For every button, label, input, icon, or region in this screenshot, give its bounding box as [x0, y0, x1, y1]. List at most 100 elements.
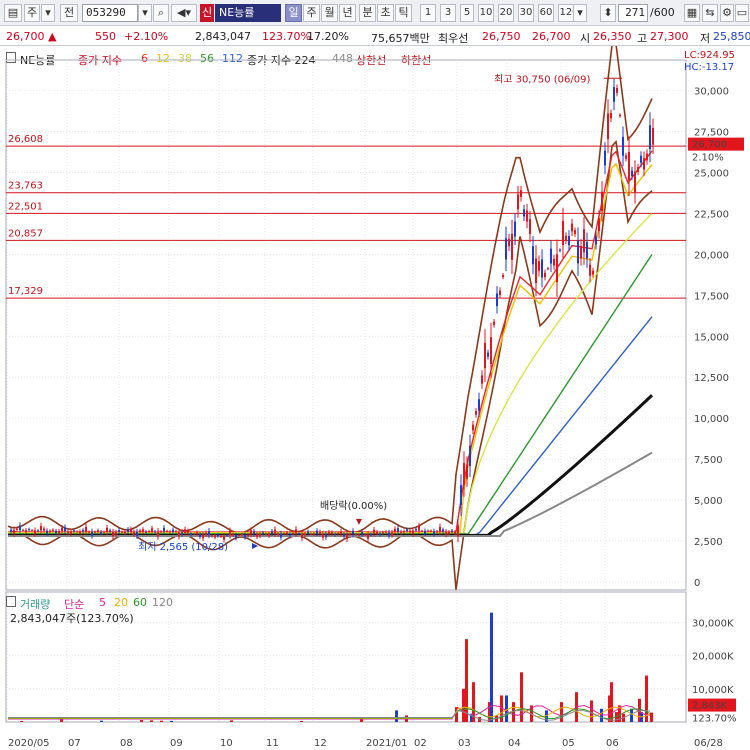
level-label: 20,857	[8, 228, 43, 239]
market-dropdown-icon[interactable]: ▾	[41, 4, 55, 22]
volume-legend-toggle-icon[interactable]	[6, 596, 16, 607]
volume-bar	[300, 721, 303, 722]
candle-body	[37, 530, 39, 532]
x-tick-label: 07	[68, 738, 81, 749]
best-ask-label: 최우선	[438, 32, 469, 45]
sync-icon[interactable]: ⇆	[702, 4, 718, 22]
candle-body	[217, 534, 219, 537]
volume-bar	[590, 700, 593, 722]
x-tick-label: 04	[508, 738, 521, 749]
speaker-icon[interactable]: ◀▾	[171, 4, 197, 22]
x-tick-label: 05	[562, 738, 575, 749]
window-icon[interactable]: ▭	[735, 4, 749, 22]
volume-ma-5[interactable]: 5	[99, 596, 106, 609]
period-tab-5[interactable]: 초	[377, 4, 394, 22]
candle-body	[199, 534, 201, 537]
interval-tab-30[interactable]: 30	[518, 4, 534, 22]
period-tab-1[interactable]: 주	[303, 4, 320, 22]
settings-icon[interactable]: ⚙	[720, 4, 734, 22]
interval-dropdown-icon[interactable]: ▾	[573, 4, 587, 22]
period-tab-6[interactable]: 틱	[395, 4, 412, 22]
candle-body	[538, 261, 540, 271]
trade-amount: 75,657백만	[371, 32, 430, 45]
low-annotation: 최저 2,565 (10/28)	[138, 541, 228, 553]
candle-body	[79, 531, 81, 534]
candle-body	[157, 531, 159, 537]
grid-icon[interactable]: ▦	[684, 4, 700, 22]
volume-ma-120[interactable]: 120	[152, 596, 173, 609]
candle-body	[421, 530, 423, 532]
high-label: 고	[637, 32, 648, 45]
candle-body	[481, 375, 483, 384]
candle-body	[307, 531, 309, 534]
candle-body	[637, 167, 639, 172]
y-tick-label: 2,500	[694, 537, 723, 548]
candle-body	[52, 529, 54, 531]
candle-body	[478, 399, 480, 411]
candle-body	[454, 531, 456, 534]
period-tab-4[interactable]: 분	[359, 4, 376, 22]
candle-body	[628, 151, 630, 181]
volume-tag-pct: 123.70%	[692, 714, 737, 725]
candle-body	[73, 530, 75, 532]
candle-body	[145, 531, 147, 533]
candle-body	[436, 531, 438, 533]
candle-body	[34, 530, 36, 534]
code-dropdown-icon[interactable]: ▾	[138, 4, 152, 22]
candle-body	[484, 342, 486, 369]
ma-line-448	[8, 451, 653, 537]
quote-bar: 26,700 ▲ 550 +2.10% 2,843,047 123.70% 17…	[0, 26, 750, 46]
candle-body	[43, 528, 45, 531]
dividend-marker-icon	[356, 518, 362, 525]
candle-body	[652, 127, 654, 145]
period-tab-2[interactable]: 월	[321, 4, 338, 22]
candle-body	[205, 532, 207, 535]
price-chart[interactable]: 26,60823,76322,50120,85717,329 2020/05 07…	[0, 46, 750, 750]
period-tab-3[interactable]: 년	[339, 4, 356, 22]
x-tick-label: 02	[414, 738, 427, 749]
candle-body	[352, 530, 354, 535]
code-input[interactable]: 053290	[82, 4, 138, 22]
interval-tab-3[interactable]: 3	[440, 4, 456, 22]
tab-all[interactable]: 전	[60, 4, 78, 22]
candle-body	[610, 113, 612, 119]
period-tab-0[interactable]: 일	[285, 4, 302, 22]
y-tick-label: 7,500	[694, 455, 723, 466]
volume-ma-60[interactable]: 60	[133, 596, 147, 609]
candle-body	[595, 236, 597, 245]
candle-body	[511, 233, 513, 260]
volume-bar	[100, 720, 103, 722]
candle-body	[571, 223, 573, 232]
y-tick-label: 30,000	[694, 87, 729, 98]
volume-bar	[650, 712, 653, 722]
period-spin-icon[interactable]: ⬍	[600, 4, 616, 22]
candle-body	[181, 532, 183, 535]
interval-tab-60[interactable]: 60	[538, 4, 554, 22]
hc-value: HC:-13.17	[684, 62, 735, 73]
best-bid: 26,700	[532, 30, 571, 43]
candle-body	[58, 530, 60, 534]
interval-tab-10[interactable]: 10	[478, 4, 494, 22]
count-input[interactable]: 271	[618, 4, 648, 22]
interval-tab-5[interactable]: 5	[460, 4, 474, 22]
candle-body	[49, 530, 51, 532]
candle-body	[526, 210, 528, 222]
candle-body	[130, 528, 132, 532]
candle-body	[607, 113, 609, 140]
volume-ma-20[interactable]: 20	[114, 596, 128, 609]
current-price: 26,700	[6, 30, 45, 43]
volume-ma-line	[8, 704, 651, 720]
market-selector[interactable]: 주	[24, 4, 40, 22]
candle-body	[118, 530, 120, 533]
interval-tab-1[interactable]: 1	[420, 4, 436, 22]
candle-body	[46, 530, 48, 534]
candle-body	[355, 534, 357, 536]
candle-body	[580, 246, 582, 259]
search-icon[interactable]: ⌕	[153, 4, 169, 22]
candle-body	[532, 246, 534, 265]
candle-body	[175, 531, 177, 533]
interval-tab-20[interactable]: 20	[498, 4, 514, 22]
candle-body	[178, 532, 180, 537]
candle-body	[115, 531, 117, 535]
menu-icon[interactable]: ▤	[4, 4, 22, 22]
